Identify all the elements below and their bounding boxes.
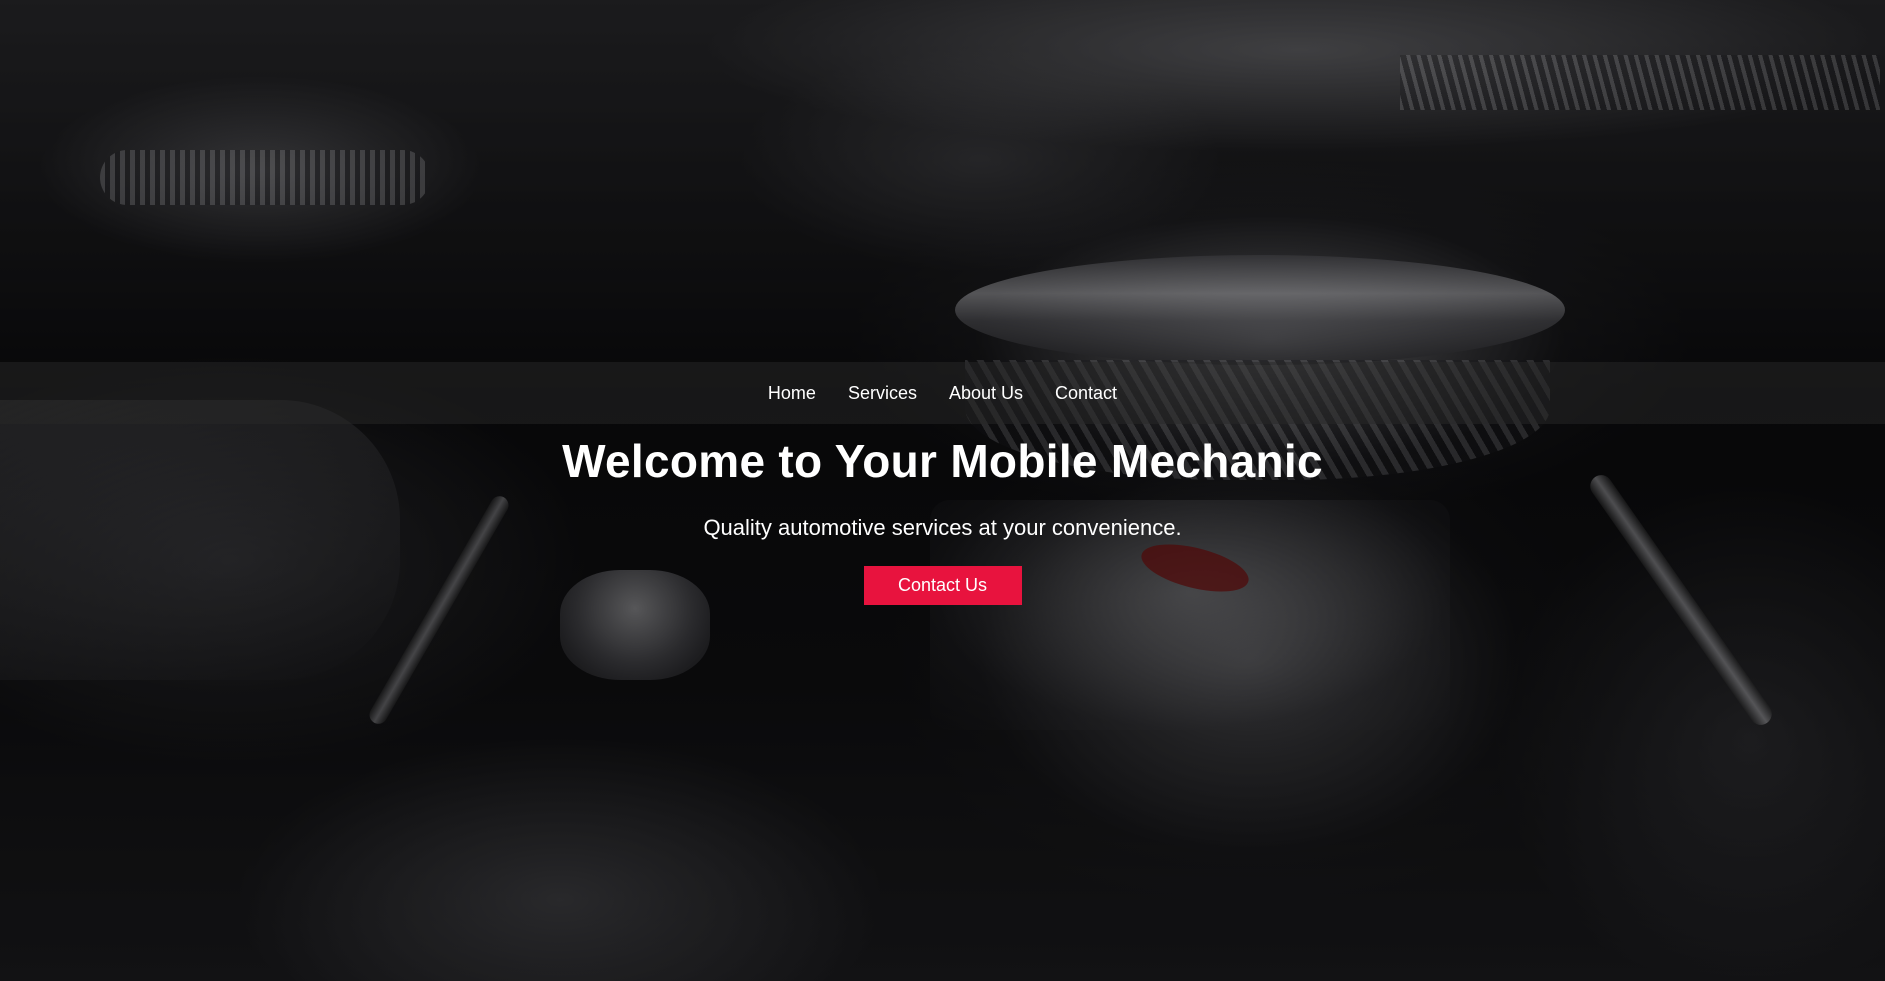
nav-link-about-us[interactable]: About Us [949, 383, 1023, 404]
hero-section: Home Services About Us Contact Welcome t… [0, 0, 1885, 981]
nav-link-contact[interactable]: Contact [1055, 383, 1117, 404]
hero-title: Welcome to Your Mobile Mechanic [562, 435, 1323, 487]
main-navigation: Home Services About Us Contact [0, 362, 1885, 424]
hero-content: Welcome to Your Mobile Mechanic Quality … [0, 430, 1885, 605]
contact-us-button[interactable]: Contact Us [863, 566, 1022, 605]
nav-link-home[interactable]: Home [768, 383, 816, 404]
nav-link-services[interactable]: Services [848, 383, 917, 404]
hero-subtitle: Quality automotive services at your conv… [703, 515, 1182, 540]
